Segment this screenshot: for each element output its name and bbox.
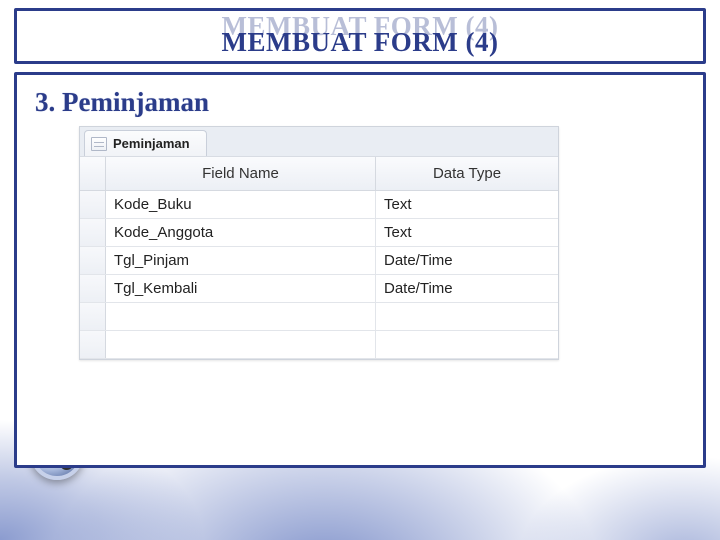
column-header-data-type: Data Type: [376, 157, 558, 190]
row-selector[interactable]: [80, 303, 106, 330]
access-table-design-view: Peminjaman Field Name Data Type Kode_Buk…: [79, 126, 559, 360]
row-selector[interactable]: [80, 275, 106, 302]
field-name-cell[interactable]: Tgl_Pinjam: [106, 247, 376, 274]
access-tab-label: Peminjaman: [113, 136, 190, 151]
table-row-empty[interactable]: [80, 303, 558, 331]
field-name-cell[interactable]: Tgl_Kembali: [106, 275, 376, 302]
grid-header-row: Field Name Data Type: [80, 157, 558, 191]
table-row[interactable]: Kode_Buku Text: [80, 191, 558, 219]
access-tab[interactable]: Peminjaman: [84, 130, 207, 156]
row-selector[interactable]: [80, 331, 106, 358]
title-bar: MEMBUAT FORM (4) MEMBUAT FORM (4): [14, 8, 706, 64]
table-row[interactable]: Kode_Anggota Text: [80, 219, 558, 247]
section-heading: 3. Peminjaman: [35, 87, 685, 118]
data-type-cell[interactable]: [376, 331, 558, 358]
field-name-cell[interactable]: Kode_Anggota: [106, 219, 376, 246]
data-type-cell[interactable]: [376, 303, 558, 330]
row-selector[interactable]: [80, 219, 106, 246]
field-name-cell[interactable]: [106, 303, 376, 330]
row-selector[interactable]: [80, 247, 106, 274]
access-tab-strip: Peminjaman: [80, 127, 558, 157]
field-name-cell[interactable]: [106, 331, 376, 358]
column-header-field-name: Field Name: [106, 157, 376, 190]
row-selector[interactable]: [80, 191, 106, 218]
row-selector-header: [80, 157, 106, 190]
data-type-cell[interactable]: Date/Time: [376, 247, 558, 274]
data-type-cell[interactable]: Date/Time: [376, 275, 558, 302]
content-panel: 3. Peminjaman Peminjaman Field Name Data…: [14, 72, 706, 468]
data-type-cell[interactable]: Text: [376, 219, 558, 246]
data-type-cell[interactable]: Text: [376, 191, 558, 218]
access-field-grid: Field Name Data Type Kode_Buku Text Kode…: [80, 157, 558, 359]
slide-title: MEMBUAT FORM (4): [222, 27, 499, 58]
table-row-empty[interactable]: [80, 331, 558, 359]
field-name-cell[interactable]: Kode_Buku: [106, 191, 376, 218]
table-row[interactable]: Tgl_Kembali Date/Time: [80, 275, 558, 303]
table-icon: [91, 137, 107, 151]
table-row[interactable]: Tgl_Pinjam Date/Time: [80, 247, 558, 275]
